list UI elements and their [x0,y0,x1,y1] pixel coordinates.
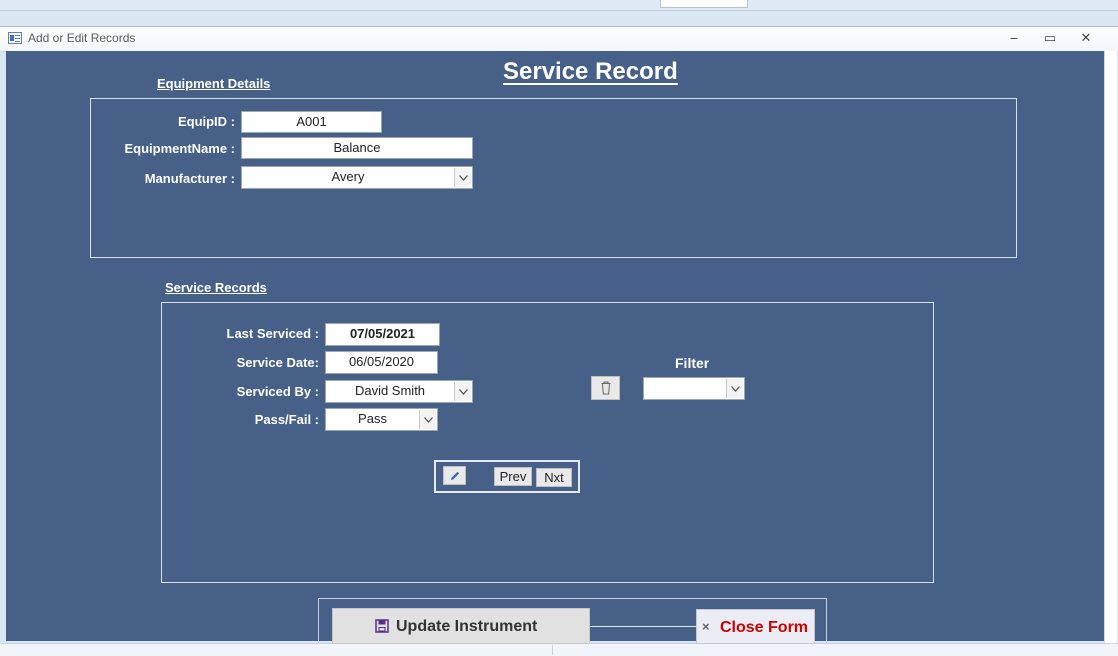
chevron-down-icon[interactable] [454,382,471,401]
pencil-icon [451,471,460,480]
close-window-button[interactable]: ✕ [1072,29,1100,49]
equipment-name-label: EquipmentName : [124,141,235,156]
clear-filter-button[interactable] [591,376,620,400]
edit-record-button[interactable] [443,466,466,485]
service-date-label: Service Date: [236,355,319,370]
next-button[interactable]: Nxt [536,468,572,487]
manufacturer-label: Manufacturer : [144,171,235,186]
serviced-by-label: Serviced By : [236,384,319,399]
close-icon: × [702,619,710,634]
update-instrument-label: Update Instrument [396,618,538,635]
connector-line [590,626,696,627]
scrollbar-divider [552,645,553,655]
service-records-heading: Service Records [165,280,267,295]
manufacturer-value: Avery [331,169,365,184]
chevron-down-icon[interactable] [454,168,471,187]
window-titlebar: Add or Edit Records ‒ ▭ ✕ [0,26,1118,52]
top-strip [0,0,1118,11]
minimize-button[interactable]: ‒ [1000,29,1028,49]
last-serviced-field[interactable]: 07/05/2021 [325,323,440,346]
page-title: Service Record [503,58,678,85]
equipment-details-heading: Equipment Details [157,76,271,91]
service-records-box [161,302,934,583]
serviced-by-value: David Smith [354,383,426,398]
prev-button[interactable]: Prev [494,467,532,486]
filter-label: Filter [675,355,710,371]
maximize-button[interactable]: ▭ [1036,29,1064,49]
service-date-field[interactable]: 06/05/2020 [325,351,438,374]
trash-icon [601,381,611,395]
close-form-button[interactable]: × Close Form [696,609,815,644]
save-icon [375,619,389,633]
vertical-scrollbar[interactable] [1104,51,1117,643]
toolbar-fragment [660,0,748,8]
last-serviced-label: Last Serviced : [226,326,320,341]
pass-fail-combo[interactable]: Pass [325,408,438,431]
pass-fail-value: Pass [358,411,387,426]
equip-id-label: EquipID : [177,114,235,129]
equipment-name-field[interactable]: Balance [241,137,473,159]
serviced-by-combo[interactable]: David Smith [325,380,473,403]
form-icon [8,32,22,44]
chevron-down-icon[interactable] [726,379,743,398]
pass-fail-label: Pass/Fail : [254,412,319,427]
horizontal-scrollbar[interactable] [0,643,1118,656]
filter-combo[interactable] [643,377,745,400]
update-instrument-button[interactable]: Update Instrument [332,608,590,644]
manufacturer-combo[interactable]: Avery [241,166,473,189]
window-title: Add or Edit Records [28,31,136,45]
equip-id-field[interactable]: A001 [241,111,382,133]
chevron-down-icon[interactable] [419,410,436,429]
close-form-label: Close Form [720,619,809,636]
